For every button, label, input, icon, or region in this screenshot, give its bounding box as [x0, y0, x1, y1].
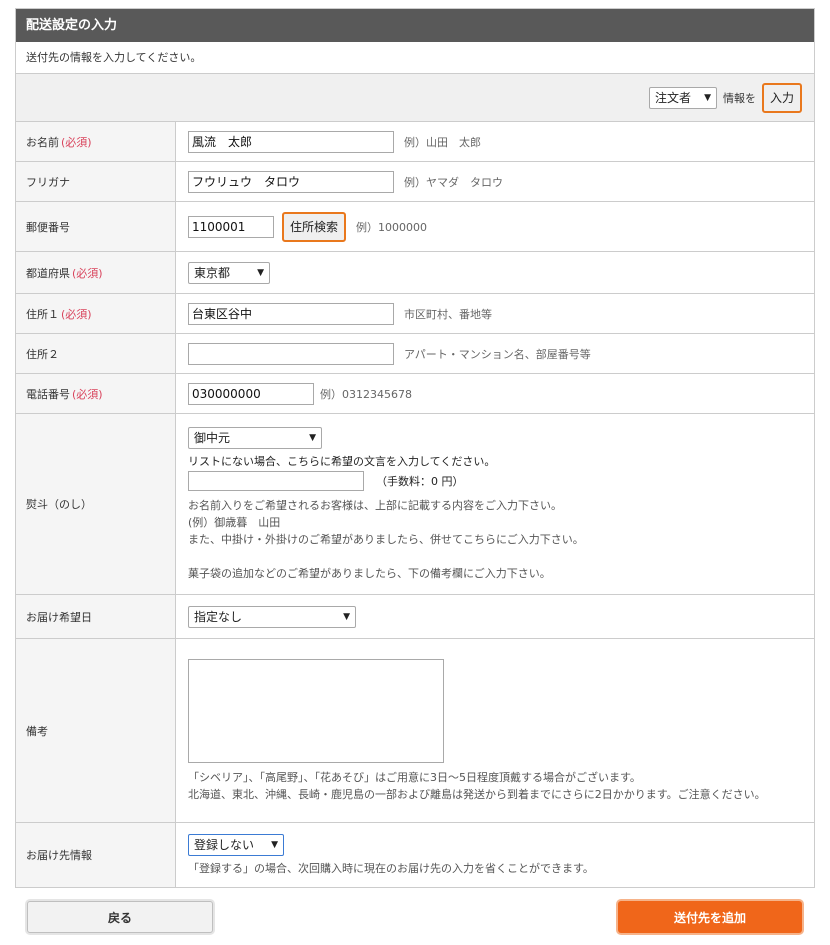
zip-hint: 例）1000000 — [356, 220, 428, 234]
label-tel: 電話番号 — [26, 387, 70, 401]
noshi-custom-note: リストにない場合、こちらに希望の文言を入力してください。 — [188, 454, 496, 468]
row-name: お名前(必須) 例）山田 太郎 — [16, 122, 814, 162]
noshi-note-5: 菓子袋の追加などのご希望がありましたら、下の備考欄にご入力下さい。 — [188, 566, 551, 580]
tel-hint: 例）0312345678 — [320, 387, 412, 401]
row-prefecture: 都道府県 (必須) 東京都 ▼ — [16, 252, 814, 294]
label-noshi: 熨斗（のし） — [26, 498, 92, 511]
row-address2: 住所２ アパート・マンション名、部屋番号等 — [16, 334, 814, 374]
remarks-note-2: 北海道、東北、沖縄、長崎・鹿児島の一部および離島は発送から到着までにさらに2日か… — [188, 787, 766, 801]
noshi-note-1: お名前入りをご希望されるお客様は、上部に記載する内容をご入力下さい。 — [188, 498, 562, 512]
kana-input[interactable] — [188, 170, 394, 193]
required-mark: (必須) — [72, 387, 103, 401]
shipping-form-panel: 配送設定の入力 送付先の情報を入力してください。 注文者 ▼ 情報を 入力 お名前… — [15, 8, 815, 888]
copy-from-row: 注文者 ▼ 情報を 入力 — [16, 74, 814, 122]
chevron-down-icon: ▼ — [704, 92, 711, 103]
row-delivery-date: お届け希望日 指定なし ▼ — [16, 595, 814, 639]
row-address1: 住所１(必須) 市区町村、番地等 — [16, 294, 814, 334]
copy-text: 情報を — [722, 91, 756, 105]
delivery-date-select[interactable]: 指定なし ▼ — [188, 605, 356, 628]
label-kana: フリガナ — [26, 175, 70, 189]
row-save-address: お届け先情報 登録しない ▼ 「登録する」の場合、次回購入時に現在のお届け先の入力… — [16, 823, 814, 887]
chevron-down-icon: ▼ — [343, 611, 350, 622]
copy-source-select[interactable]: 注文者 ▼ — [648, 86, 717, 109]
label-remarks: 備考 — [26, 724, 48, 738]
label-save-address: お届け先情報 — [26, 849, 92, 862]
required-mark: (必須) — [61, 135, 92, 149]
remarks-textarea[interactable] — [188, 658, 444, 763]
address1-hint: 市区町村、番地等 — [404, 307, 492, 321]
remarks-note-1: 「シベリア」、「高尾野」、「花あそび」はご用意に3日〜5日程度頂戴する場合がござ… — [188, 770, 641, 784]
chevron-down-icon: ▼ — [257, 267, 264, 278]
row-noshi: 熨斗（のし） 御中元 ▼ リストにない場合、こちらに希望の文言を入力してください。… — [16, 414, 814, 595]
tel-input[interactable] — [188, 382, 314, 405]
label-address2: 住所２ — [26, 347, 59, 361]
required-mark: (必須) — [72, 266, 103, 280]
name-hint: 例）山田 太郎 — [404, 135, 481, 149]
label-zip: 郵便番号 — [26, 220, 70, 234]
row-kana: フリガナ 例）ヤマダ タロウ — [16, 162, 814, 202]
label-delivery-date: お届け希望日 — [26, 610, 92, 624]
panel-title: 配送設定の入力 — [16, 9, 814, 42]
row-remarks: 備考 「シベリア」、「高尾野」、「花あそび」はご用意に3日〜5日程度頂戴する場合… — [16, 639, 814, 823]
intro-text: 送付先の情報を入力してください。 — [16, 42, 814, 74]
required-mark: (必須) — [61, 307, 92, 321]
noshi-select[interactable]: 御中元 ▼ — [188, 426, 322, 449]
save-address-note: 「登録する」の場合、次回購入時に現在のお届け先の入力を省くことができます。 — [188, 861, 594, 875]
noshi-custom-input[interactable] — [188, 470, 364, 491]
save-address-select[interactable]: 登録しない ▼ — [188, 833, 284, 856]
chevron-down-icon: ▼ — [309, 432, 316, 443]
name-input[interactable] — [188, 130, 394, 153]
address2-hint: アパート・マンション名、部屋番号等 — [404, 347, 591, 361]
kana-hint: 例）ヤマダ タロウ — [404, 175, 503, 189]
row-zip: 郵便番号 住所検索 例）1000000 — [16, 202, 814, 252]
noshi-note-2: (例）御歳暮 山田 — [188, 515, 281, 529]
address-search-button[interactable]: 住所検索 — [282, 211, 347, 242]
add-destination-button[interactable]: 送付先を追加 — [618, 901, 802, 933]
label-address1: 住所１ — [26, 307, 59, 321]
zip-input[interactable] — [188, 215, 274, 238]
noshi-note-3: また、中掛け・外掛けのご希望がありましたら、併せてこちらにご入力下さい。 — [188, 532, 584, 546]
row-tel: 電話番号(必須) 例）0312345678 — [16, 374, 814, 414]
chevron-down-icon: ▼ — [271, 839, 278, 850]
label-name: お名前 — [26, 135, 59, 149]
prefecture-select[interactable]: 東京都 ▼ — [188, 261, 270, 284]
noshi-fee: （手数料：0 円） — [376, 474, 464, 488]
address1-input[interactable] — [188, 302, 394, 325]
address2-input[interactable] — [188, 342, 394, 365]
back-button[interactable]: 戻る — [27, 901, 213, 933]
copy-input-button[interactable]: 入力 — [761, 82, 802, 113]
label-prefecture: 都道府県 — [26, 266, 70, 280]
